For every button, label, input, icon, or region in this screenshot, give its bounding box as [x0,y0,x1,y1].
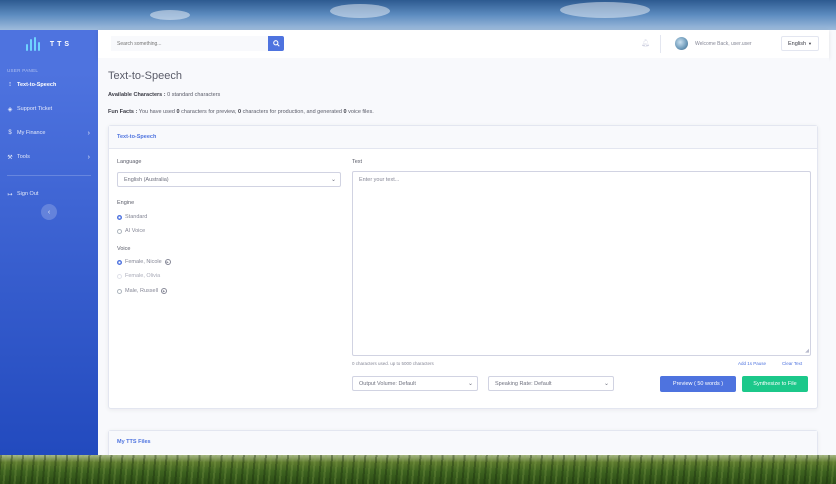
sidebar-item-text-to-speech[interactable]: ⫶ Text-to-Speech [0,73,98,97]
play-icon[interactable]: ▶ [161,288,168,294]
topbar-divider [660,35,661,53]
language-select-value: English (Australia) [124,177,169,183]
sidebar-item-label: Tools [17,154,30,160]
search-icon [272,40,280,47]
fun-facts-text: characters for preview, [181,109,237,115]
card-title: My TTS Files [109,431,817,454]
engine-option-label: AI Voice [125,228,146,234]
resize-handle-icon[interactable]: ◢ [805,348,809,354]
sidebar-item-label: My Finance [17,130,46,136]
background-sky [0,0,836,30]
available-characters: Available Characters : 0 standard charac… [108,92,220,98]
background-grass [0,455,836,484]
sidebar-item-support-ticket[interactable]: ◈ Support Ticket [0,97,98,121]
voice-option-label: Female, Olivia [125,273,161,279]
voice-label: Voice [117,246,131,252]
brand-text: TTS [49,40,73,48]
preview-count: 0 [176,109,180,115]
clear-text-link[interactable]: Clear Text [782,361,802,366]
text-label: Text [352,159,363,165]
fun-facts-text: You have used [138,109,175,115]
engine-label: Engine [117,200,135,206]
sidebar-item-tools[interactable]: ⚒ Tools › [0,145,98,169]
sidebar-item-label: Text-to-Speech [17,82,57,88]
search-input[interactable] [111,36,269,51]
speaking-rate-select[interactable]: Speaking Rate: Default ⌄ [488,376,614,391]
chevron-down-icon: ⌄ [330,177,336,183]
language-label: English [787,40,807,47]
preview-button[interactable]: Preview ( 50 words ) [660,376,736,392]
bell-icon[interactable]: 🔔︎ [641,39,650,47]
character-count: 0 characters used. up to 5000 characters [352,361,434,366]
tag-icon: ◈ [7,106,13,113]
language-label: Language [117,159,142,165]
voice-option-label: Female, Nicole [125,259,162,265]
speaking-rate-value: Speaking Rate: Default [495,381,552,387]
chevron-down-icon: ⌄ [603,381,609,387]
chevron-right-icon: › [87,153,90,161]
text-input[interactable]: Enter your text... ◢ [352,171,811,356]
available-label: Available Characters : [108,92,166,98]
sidebar-item-label: Support Ticket [17,106,53,112]
caret-down-icon: ▼ [808,41,812,46]
chevron-right-icon: › [87,129,90,137]
sign-out-icon: ↦ [7,191,13,198]
sidebar-item-my-finance[interactable]: $ My Finance › [0,121,98,145]
tts-files-card: My TTS Files [108,430,818,455]
text-input-placeholder: Enter your text... [359,177,400,183]
engine-radio-ai-voice[interactable]: AI Voice [117,228,145,234]
voice-option-label: Male, Russell [125,288,159,294]
sidebar-item-sign-out[interactable]: ↦ Sign Out [0,182,98,206]
topbar: 🔔︎ Welcome Back, user.user English ▼ [98,30,829,58]
fun-facts-text: characters for production, and generated [242,109,342,115]
fun-facts-text: voice files. [348,109,374,115]
engine-radio-standard[interactable]: Standard [117,214,147,220]
dollar-icon: $ [8,130,12,136]
radio-icon [117,228,122,234]
avatar[interactable] [675,37,688,50]
voice-files-count: 0 [343,109,347,115]
radio-selected-icon [117,259,122,265]
output-volume-value: Output Volume: Default [359,381,416,387]
main-content: Text-to-Speech Available Characters : 0 … [98,58,829,455]
synthesize-button[interactable]: Synthesize to File [742,376,808,392]
radio-icon [117,273,122,279]
search-button[interactable] [268,36,284,51]
language-select[interactable]: English (Australia) ⌄ [117,172,341,187]
radio-selected-icon [117,214,122,220]
logo-icon [25,37,42,51]
sidebar-heading: USER PANEL [7,68,39,73]
page-title: Text-to-Speech [108,70,182,82]
waveform-icon: ⫶ [9,81,11,88]
output-volume-select[interactable]: Output Volume: Default ⌄ [352,376,478,391]
tts-card: Text-to-Speech Language English (Austral… [108,125,818,409]
fun-facts: Fun Facts : You have used 0 characters f… [108,109,374,115]
radio-icon [117,288,122,294]
wrench-icon: ⚒ [7,154,13,161]
card-title: Text-to-Speech [109,126,817,149]
fun-facts-label: Fun Facts : [108,109,138,115]
voice-radio-olivia[interactable]: Female, Olivia [117,273,160,279]
voice-radio-nicole[interactable]: Female, Nicole ▶ [117,259,171,265]
voice-radio-russell[interactable]: Male, Russell ▶ [117,288,168,294]
sidebar-item-label: Sign Out [17,191,39,197]
available-value: 0 standard characters [167,92,221,98]
sidebar-divider [7,175,91,176]
production-count: 0 [237,109,242,115]
add-pause-link[interactable]: Add 1s Pause [738,361,766,366]
chevron-down-icon: ⌄ [467,381,473,387]
sidebar: TTS USER PANEL ⫶ Text-to-Speech ◈ Suppor… [0,30,98,455]
engine-option-label: Standard [125,214,148,220]
welcome-text[interactable]: Welcome Back, user.user [695,41,752,47]
sidebar-brand[interactable]: TTS [0,30,98,58]
play-icon[interactable]: ▶ [164,259,171,265]
language-dropdown[interactable]: English ▼ [781,36,819,51]
sidebar-toggle-button[interactable]: ‹ [41,204,57,220]
search-form [111,36,284,51]
